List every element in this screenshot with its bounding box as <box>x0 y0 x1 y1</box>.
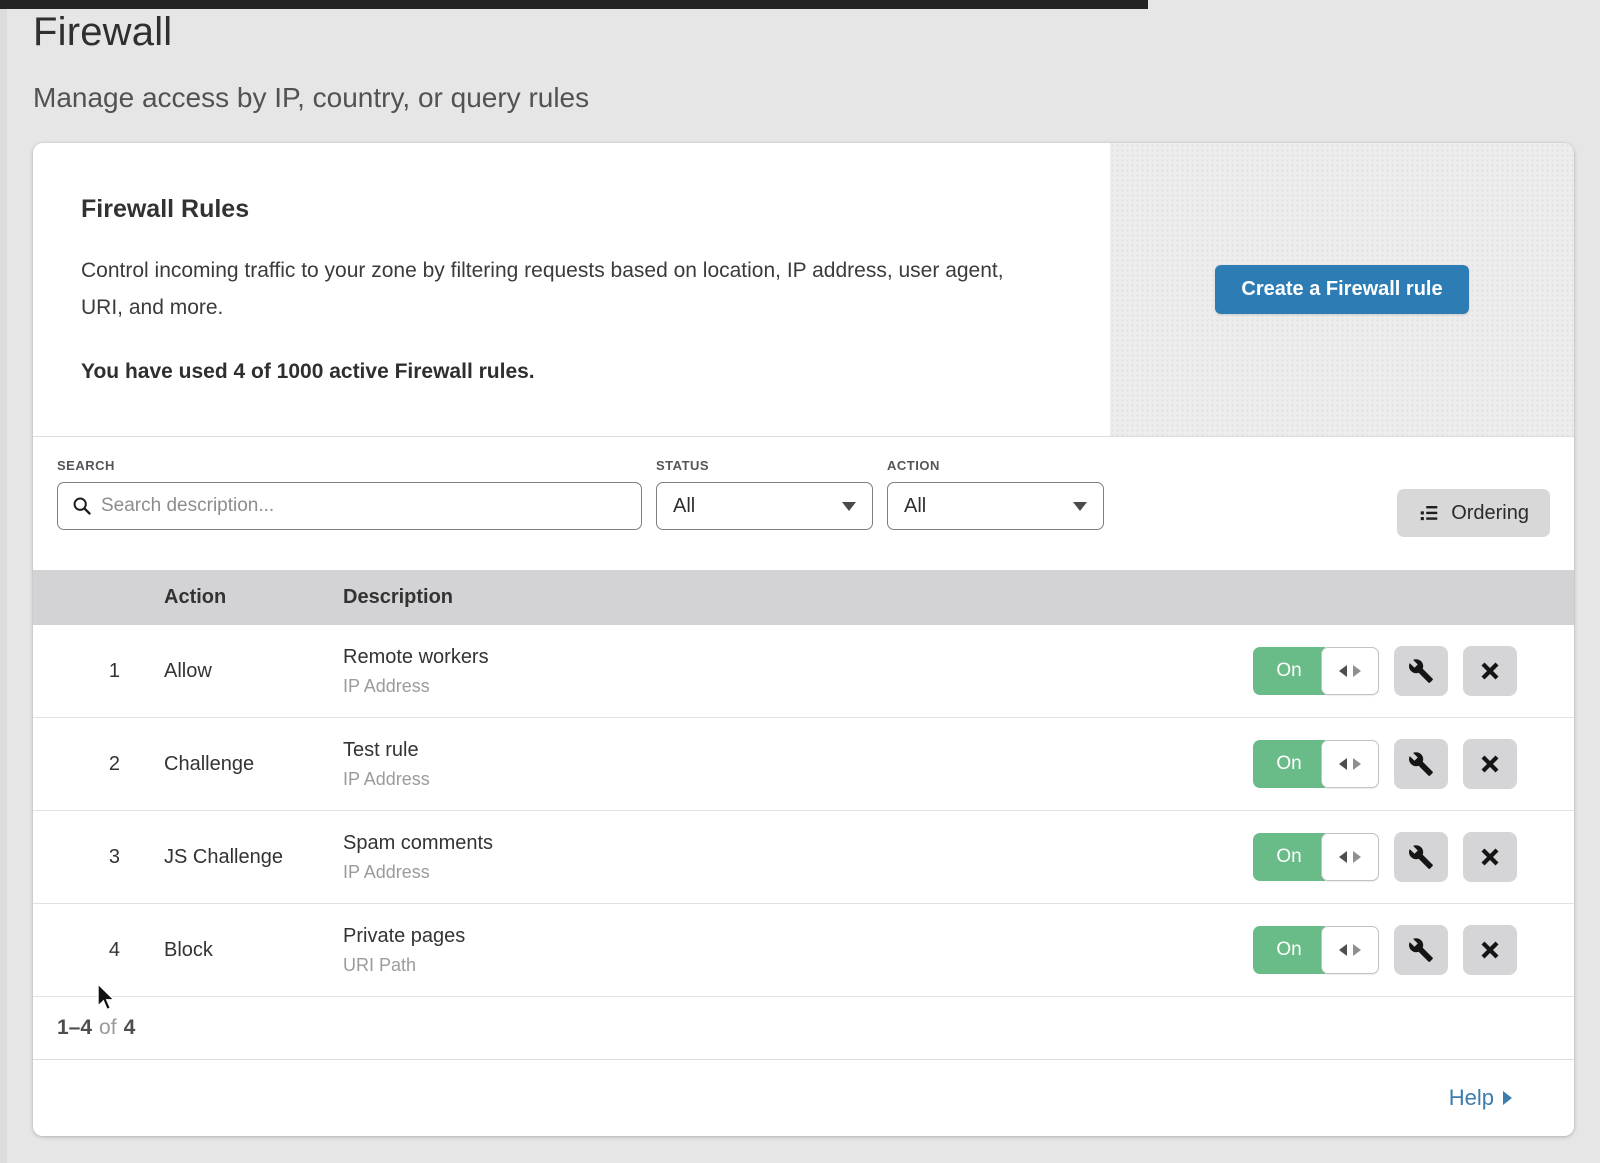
firewall-rule-row: 2 Challenge Test rule IP Address On <box>33 718 1574 811</box>
action-select[interactable]: All <box>887 482 1104 530</box>
toggle-drag-handle[interactable] <box>1321 647 1379 695</box>
rule-match-field: IP Address <box>343 769 1234 790</box>
intro-text-panel: Firewall Rules Control incoming traffic … <box>33 143 1110 436</box>
window-left-edge <box>0 0 7 1163</box>
search-label: SEARCH <box>57 458 642 473</box>
triangle-left-icon <box>1339 944 1347 956</box>
action-selected-value: All <box>904 495 926 518</box>
window-top-edge <box>0 0 1148 9</box>
rule-priority: 2 <box>33 753 164 776</box>
pagination-of: of <box>99 1016 117 1040</box>
ordering-button-label: Ordering <box>1451 502 1529 525</box>
rule-match-field: IP Address <box>343 862 1234 883</box>
edit-rule-button[interactable] <box>1394 925 1448 975</box>
firewall-page: Firewall Manage access by IP, country, o… <box>0 0 1600 1163</box>
rule-priority: 4 <box>33 939 164 962</box>
intro-description: Control incoming traffic to your zone by… <box>81 252 1040 326</box>
help-link[interactable]: Help <box>1449 1085 1512 1111</box>
toggle-on-label: On <box>1253 926 1325 974</box>
rule-description: Test rule <box>343 739 1234 762</box>
rule-action: Block <box>164 939 343 962</box>
search-input[interactable] <box>101 495 627 517</box>
toggle-drag-handle[interactable] <box>1321 833 1379 881</box>
description-column-header: Description <box>343 586 1234 609</box>
edit-rule-button[interactable] <box>1394 832 1448 882</box>
status-selected-value: All <box>673 495 695 518</box>
mouse-cursor <box>94 983 118 1015</box>
triangle-left-icon <box>1339 851 1347 863</box>
pagination-range: 1–4 <box>57 1016 92 1040</box>
card-footer: Help <box>33 1060 1574 1136</box>
page-header: Firewall Manage access by IP, country, o… <box>33 10 589 114</box>
action-column-header: Action <box>164 586 343 609</box>
toggle-on-label: On <box>1253 647 1325 695</box>
x-icon <box>1478 659 1502 683</box>
triangle-left-icon <box>1339 758 1347 770</box>
triangle-right-icon <box>1353 758 1361 770</box>
wrench-icon <box>1408 658 1434 684</box>
x-icon <box>1478 752 1502 776</box>
triangle-right-icon <box>1353 944 1361 956</box>
intro-heading: Firewall Rules <box>81 195 1040 224</box>
rule-match-field: IP Address <box>343 676 1234 697</box>
table-header: Action Description <box>33 570 1574 625</box>
rules-list: 1 Allow Remote workers IP Address On <box>33 625 1574 997</box>
toggle-drag-handle[interactable] <box>1321 926 1379 974</box>
x-icon <box>1478 845 1502 869</box>
pagination: 1–4 of 4 <box>33 997 1574 1060</box>
rule-action: Allow <box>164 660 343 683</box>
delete-rule-button[interactable] <box>1463 646 1517 696</box>
firewall-rule-row: 3 JS Challenge Spam comments IP Address … <box>33 811 1574 904</box>
rule-description: Spam comments <box>343 832 1234 855</box>
wrench-icon <box>1408 937 1434 963</box>
usage-summary: You have used 4 of 1000 active Firewall … <box>81 360 1040 384</box>
page-title: Firewall <box>33 10 589 55</box>
triangle-right-icon <box>1353 665 1361 677</box>
x-icon <box>1478 938 1502 962</box>
rule-action: JS Challenge <box>164 846 343 869</box>
firewall-rules-card: Firewall Rules Control incoming traffic … <box>33 143 1574 1136</box>
create-rule-panel: Create a Firewall rule <box>1110 143 1574 436</box>
rule-description: Remote workers <box>343 646 1234 669</box>
filter-bar: SEARCH STATUS All ACTION <box>33 437 1574 570</box>
firewall-rule-row: 1 Allow Remote workers IP Address On <box>33 625 1574 718</box>
chevron-down-icon <box>842 502 856 511</box>
firewall-rule-row: 4 Block Private pages URI Path On <box>33 904 1574 997</box>
ordering-button[interactable]: Ordering <box>1397 489 1550 537</box>
status-select[interactable]: All <box>656 482 873 530</box>
triangle-right-icon <box>1503 1091 1512 1105</box>
rule-enabled-toggle[interactable]: On <box>1253 740 1379 788</box>
toggle-drag-handle[interactable] <box>1321 740 1379 788</box>
search-icon <box>72 496 92 516</box>
rule-enabled-toggle[interactable]: On <box>1253 647 1379 695</box>
triangle-right-icon <box>1353 851 1361 863</box>
rule-enabled-toggle[interactable]: On <box>1253 833 1379 881</box>
rule-priority: 3 <box>33 846 164 869</box>
rule-enabled-toggle[interactable]: On <box>1253 926 1379 974</box>
search-input-box[interactable] <box>57 482 642 530</box>
rule-description: Private pages <box>343 925 1234 948</box>
edit-rule-button[interactable] <box>1394 739 1448 789</box>
action-label: ACTION <box>887 458 1104 473</box>
help-link-label: Help <box>1449 1085 1494 1111</box>
triangle-left-icon <box>1339 665 1347 677</box>
create-firewall-rule-button[interactable]: Create a Firewall rule <box>1215 265 1468 314</box>
delete-rule-button[interactable] <box>1463 739 1517 789</box>
ordered-list-icon <box>1418 502 1440 524</box>
pagination-total: 4 <box>124 1016 136 1040</box>
toggle-on-label: On <box>1253 833 1325 881</box>
delete-rule-button[interactable] <box>1463 832 1517 882</box>
rule-match-field: URI Path <box>343 955 1234 976</box>
page-subtitle: Manage access by IP, country, or query r… <box>33 82 589 114</box>
wrench-icon <box>1408 751 1434 777</box>
toggle-on-label: On <box>1253 740 1325 788</box>
status-label: STATUS <box>656 458 873 473</box>
rule-priority: 1 <box>33 660 164 683</box>
chevron-down-icon <box>1073 502 1087 511</box>
intro-section: Firewall Rules Control incoming traffic … <box>33 143 1574 437</box>
delete-rule-button[interactable] <box>1463 925 1517 975</box>
edit-rule-button[interactable] <box>1394 646 1448 696</box>
rule-action: Challenge <box>164 753 343 776</box>
wrench-icon <box>1408 844 1434 870</box>
